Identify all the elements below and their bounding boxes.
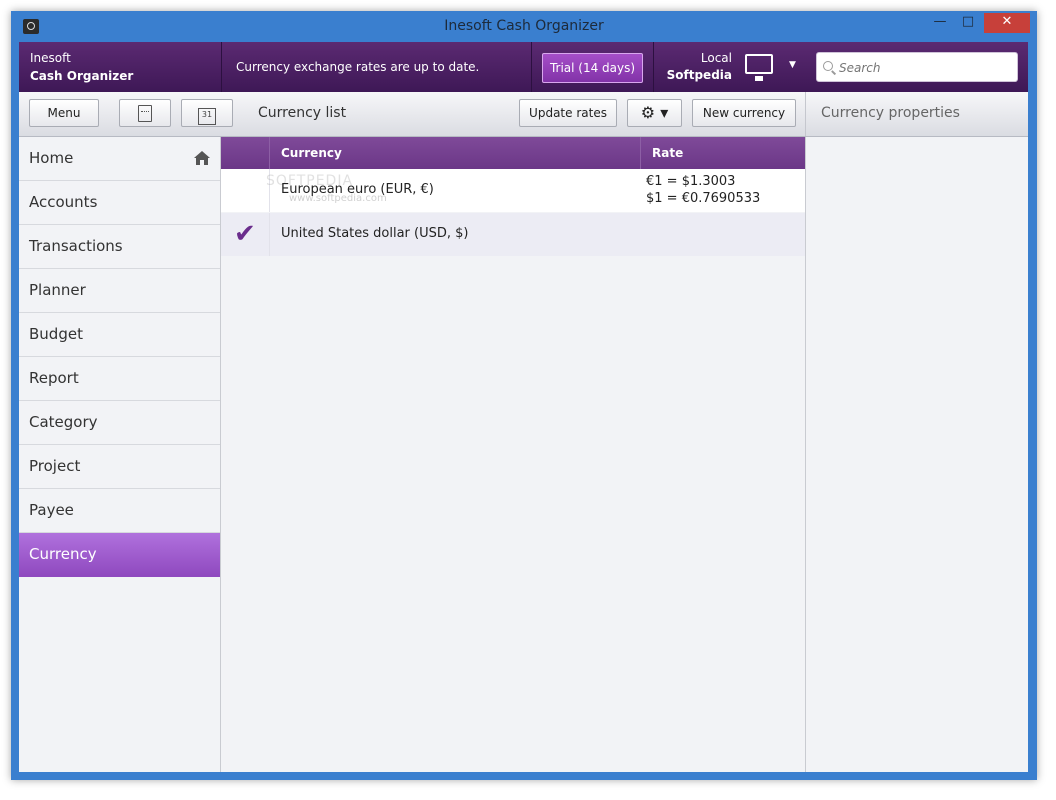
home-icon xyxy=(194,151,210,165)
profile-location: Local xyxy=(700,51,732,65)
properties-title: Currency properties xyxy=(821,105,960,121)
rate-inverse: $1 = €0.7690533 xyxy=(646,191,761,206)
table-row[interactable]: ✔ United States dollar (USD, $) xyxy=(221,213,805,256)
profile-name: Softpedia xyxy=(666,68,732,82)
maximize-button[interactable]: □ xyxy=(955,13,981,33)
checkmark-icon: ✔ xyxy=(234,219,256,249)
row-check-cell: ✔ xyxy=(221,213,270,256)
menu-button[interactable]: Menu xyxy=(29,99,99,127)
header-check-column xyxy=(221,137,270,169)
sidebar-item-currency[interactable]: Currency xyxy=(19,533,220,577)
currency-list: Currency Rate SOFTPEDIA www.softpedia.co… xyxy=(221,137,806,772)
column-divider xyxy=(640,137,641,169)
sidebar-item-label: Transactions xyxy=(29,237,123,255)
profile-selector[interactable]: Local Softpedia ▼ xyxy=(659,42,809,92)
sidebar-item-label: Accounts xyxy=(29,193,98,211)
toolbar-divider xyxy=(805,92,806,136)
app-window: Inesoft Cash Organizer — □ ✕ Inesoft Cas… xyxy=(11,11,1037,780)
sidebar-item-budget[interactable]: Budget xyxy=(19,313,220,357)
sidebar-item-planner[interactable]: Planner xyxy=(19,269,220,313)
chevron-down-icon: ▾ xyxy=(660,103,669,122)
sidebar-item-label: Budget xyxy=(29,325,83,343)
rate-forward: €1 = $1.3003 xyxy=(646,174,736,189)
status-message: Currency exchange rates are up to date. xyxy=(236,60,480,74)
search-input[interactable] xyxy=(837,58,1011,78)
sidebar-item-home[interactable]: Home xyxy=(19,137,220,181)
monitor-icon xyxy=(745,54,773,81)
sidebar-item-transactions[interactable]: Transactions xyxy=(19,225,220,269)
calendar-icon: 31 xyxy=(198,108,216,125)
minimize-button[interactable]: — xyxy=(927,13,953,33)
sidebar-item-label: Currency xyxy=(29,545,97,563)
sidebar-item-label: Category xyxy=(29,413,98,431)
table-header: Currency Rate xyxy=(221,137,805,169)
toolbar: Menu 31 Currency list Update rates ⚙ ▾ N… xyxy=(19,92,1028,137)
app-client-area: Inesoft Cash Organizer Currency exchange… xyxy=(19,42,1028,772)
sidebar-item-label: Project xyxy=(29,457,81,475)
close-button[interactable]: ✕ xyxy=(984,13,1030,33)
column-header-currency[interactable]: Currency xyxy=(281,146,342,160)
app-header: Inesoft Cash Organizer Currency exchange… xyxy=(19,42,1028,92)
column-header-rate[interactable]: Rate xyxy=(652,146,683,160)
new-currency-button[interactable]: New currency xyxy=(692,99,796,127)
brand-block: Inesoft Cash Organizer xyxy=(19,42,222,92)
sidebar-item-accounts[interactable]: Accounts xyxy=(19,181,220,225)
calculator-icon xyxy=(138,105,152,122)
chevron-down-icon[interactable]: ▼ xyxy=(789,60,796,70)
sidebar-item-category[interactable]: Category xyxy=(19,401,220,445)
calculator-button[interactable] xyxy=(119,99,171,127)
sidebar-item-payee[interactable]: Payee xyxy=(19,489,220,533)
search-icon xyxy=(823,61,833,71)
trial-button[interactable]: Trial (14 days) xyxy=(542,53,643,83)
sidebar: Home Accounts Transactions Planner Budge… xyxy=(19,137,221,772)
page-title: Currency list xyxy=(258,105,347,121)
settings-button[interactable]: ⚙ ▾ xyxy=(627,99,682,127)
brand-company: Inesoft xyxy=(30,51,71,65)
sidebar-item-label: Report xyxy=(29,369,79,387)
title-bar[interactable]: Inesoft Cash Organizer — □ ✕ xyxy=(11,11,1037,42)
brand-product: Cash Organizer xyxy=(30,69,134,83)
currency-properties-panel xyxy=(806,137,1028,772)
row-check-cell xyxy=(221,169,270,212)
search-box[interactable] xyxy=(816,52,1018,82)
sidebar-item-label: Home xyxy=(29,149,74,167)
currency-name: United States dollar (USD, $) xyxy=(281,226,469,241)
sidebar-item-project[interactable]: Project xyxy=(19,445,220,489)
update-rates-button[interactable]: Update rates xyxy=(519,99,617,127)
table-row[interactable]: SOFTPEDIA www.softpedia.com European eur… xyxy=(221,169,805,212)
currency-name: European euro (EUR, €) xyxy=(281,182,434,197)
sidebar-item-label: Planner xyxy=(29,281,86,299)
window-title: Inesoft Cash Organizer xyxy=(444,18,604,34)
calendar-button[interactable]: 31 xyxy=(181,99,233,127)
sidebar-item-report[interactable]: Report xyxy=(19,357,220,401)
sidebar-item-label: Payee xyxy=(29,501,74,519)
gear-icon: ⚙ xyxy=(640,103,656,122)
trial-box: Trial (14 days) xyxy=(531,42,654,92)
